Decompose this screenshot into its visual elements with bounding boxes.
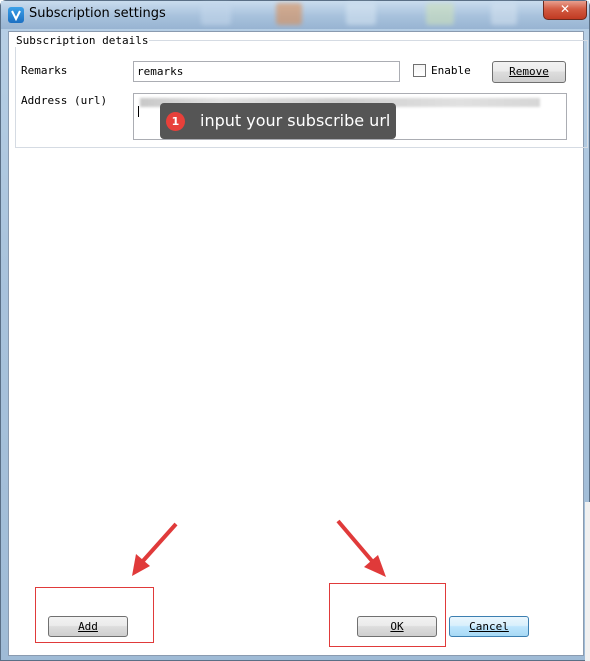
arrow-to-add-icon: [132, 522, 178, 576]
blurred-taskbar-area: [201, 3, 231, 25]
step-badge: 1: [166, 112, 185, 131]
cancel-button-label: Cancel: [469, 620, 509, 633]
window-title: Subscription settings: [29, 6, 166, 21]
remarks-label: Remarks: [21, 64, 68, 77]
remove-button[interactable]: Remove: [492, 61, 566, 83]
window-frame: Subscription settings ✕ Subscription det…: [0, 0, 590, 661]
arrow-to-ok-icon: [336, 519, 386, 577]
scroll-edge: [585, 502, 590, 661]
blurred-taskbar-area: [426, 3, 454, 25]
blurred-taskbar-area: [491, 3, 517, 25]
add-highlight-box: [35, 587, 154, 643]
title-bar[interactable]: Subscription settings ✕: [1, 1, 589, 29]
blurred-taskbar-area: [346, 3, 376, 25]
address-label: Address (url): [21, 94, 108, 107]
cancel-button[interactable]: Cancel: [449, 616, 529, 637]
enable-checkbox[interactable]: [413, 64, 426, 77]
text-cursor: [138, 106, 139, 117]
ok-highlight-box: [329, 583, 446, 647]
remarks-input[interactable]: remarks: [133, 61, 400, 82]
enable-label: Enable: [431, 64, 471, 77]
app-icon: [8, 7, 24, 23]
blurred-taskbar-area: [276, 3, 302, 25]
tooltip-text: input your subscribe url: [200, 111, 391, 130]
remove-button-label: Remove: [509, 65, 549, 78]
group-legend: Subscription details: [15, 34, 150, 47]
close-button[interactable]: ✕: [543, 1, 587, 20]
tutorial-tooltip: 1 input your subscribe url: [160, 103, 396, 139]
